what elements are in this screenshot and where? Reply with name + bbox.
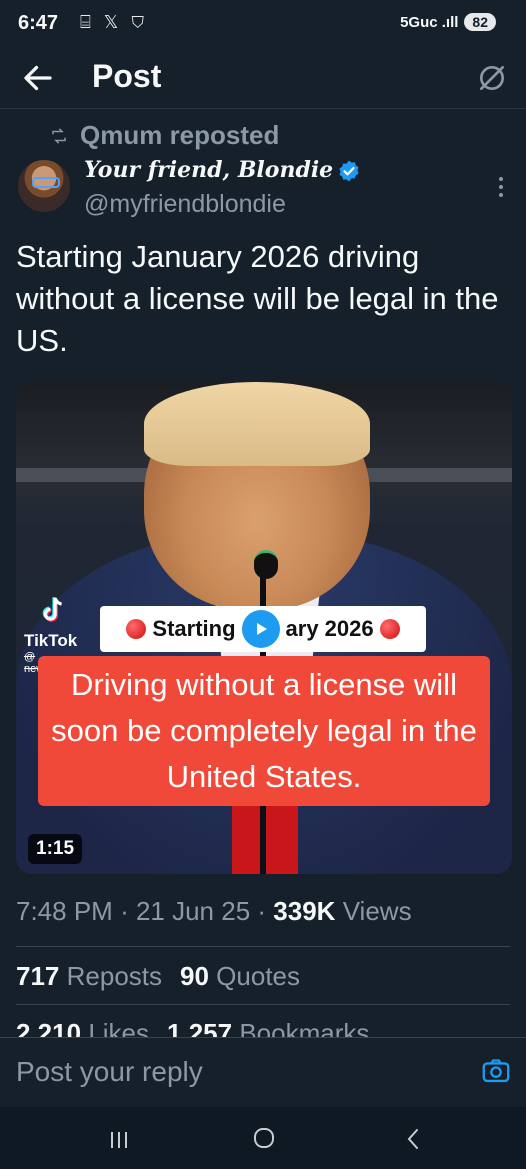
video-person-hair — [144, 382, 370, 466]
recent-apps-icon[interactable] — [108, 1129, 130, 1151]
reposts-label: Reposts — [66, 961, 163, 991]
more-options-icon[interactable] — [496, 175, 506, 199]
bookmarks-label: Bookmarks — [239, 1018, 370, 1038]
back-icon[interactable] — [404, 1127, 422, 1151]
video-duration: 1:15 — [28, 834, 83, 864]
verified-badge-icon — [339, 160, 359, 182]
views-label: Views — [342, 896, 412, 926]
repost-label: Qmum reposted — [80, 120, 280, 150]
reply-input[interactable]: Post your reply — [16, 1056, 203, 1088]
author-display-name[interactable]: Your friend, Blondie — [84, 157, 333, 183]
top-bar: Post — [0, 52, 526, 109]
quotes-count: 90 — [180, 961, 209, 991]
author-handle[interactable]: @myfriendblondie — [84, 190, 286, 219]
post-date: 21 Jun 25 — [135, 896, 251, 926]
likes-stat[interactable]: 2,210 Likes — [16, 1018, 149, 1038]
caption-top-right: ary 2026 — [285, 616, 374, 641]
repost-indicator: Qmum reposted — [50, 120, 279, 151]
post-stats: 717 Reposts 90 Quotes — [16, 961, 300, 992]
video-caption-top: Starting ary 2026 — [100, 606, 426, 652]
caption-top-left: Starting — [152, 616, 236, 641]
microphone — [254, 550, 278, 579]
likes-count: 2,210 — [16, 1018, 82, 1038]
post-stats-secondary: 2,210 Likes 1,257 Bookmarks — [16, 1018, 369, 1038]
reposts-stat[interactable]: 717 Reposts — [16, 961, 162, 992]
battery-indicator: 82 — [464, 13, 496, 31]
bookmarks-count: 1,257 — [167, 1018, 233, 1038]
reposts-count: 717 — [16, 961, 60, 991]
quotes-stat[interactable]: 90 Quotes — [180, 961, 300, 992]
red-circle-icon — [126, 619, 147, 639]
post-text: Starting January 2026 driving without a … — [16, 239, 499, 358]
network-signal: 5Guc .ıll — [400, 13, 459, 31]
play-button[interactable] — [241, 610, 280, 648]
bookmarks-stat[interactable]: 1,257 Bookmarks — [167, 1018, 369, 1038]
play-icon — [256, 623, 267, 635]
video-caption-main: Driving without a license will soon be c… — [38, 656, 490, 806]
system-navigation-bar — [0, 1107, 526, 1169]
no-sign-icon[interactable] — [476, 62, 508, 94]
likes-label: Likes — [88, 1018, 150, 1038]
status-right: 5Guc .ıll 82 — [400, 13, 496, 31]
views-count: 339K — [273, 896, 336, 926]
repost-icon — [52, 128, 66, 143]
page-title: Post — [92, 58, 162, 94]
divider — [16, 1004, 510, 1005]
quotes-label: Quotes — [216, 961, 300, 991]
status-time: 6:47 — [18, 12, 59, 34]
divider — [16, 946, 510, 947]
tiktok-logo-icon — [42, 597, 62, 622]
reply-bar: Post your reply — [0, 1037, 526, 1108]
red-circle-icon — [379, 619, 400, 639]
post-time: 7:48 PM — [16, 896, 113, 926]
status-notification-icons: ⌸ 𝕏 ⛉ — [80, 12, 149, 32]
tiktok-brand: TikTok — [24, 631, 78, 650]
arrow-left-icon[interactable] — [20, 60, 56, 96]
status-bar: 6:47 ⌸ 𝕏 ⛉ 5Guc .ıll 82 — [0, 0, 526, 50]
camera-icon[interactable] — [482, 1058, 510, 1084]
post-video[interactable]: TikTok @ news_usa503 Starting ary 2026 D… — [16, 382, 512, 874]
avatar[interactable] — [18, 160, 70, 212]
post-meta: 7:48 PM · 21 Jun 25 · 339K Views — [16, 896, 412, 926]
home-icon[interactable] — [253, 1127, 275, 1149]
